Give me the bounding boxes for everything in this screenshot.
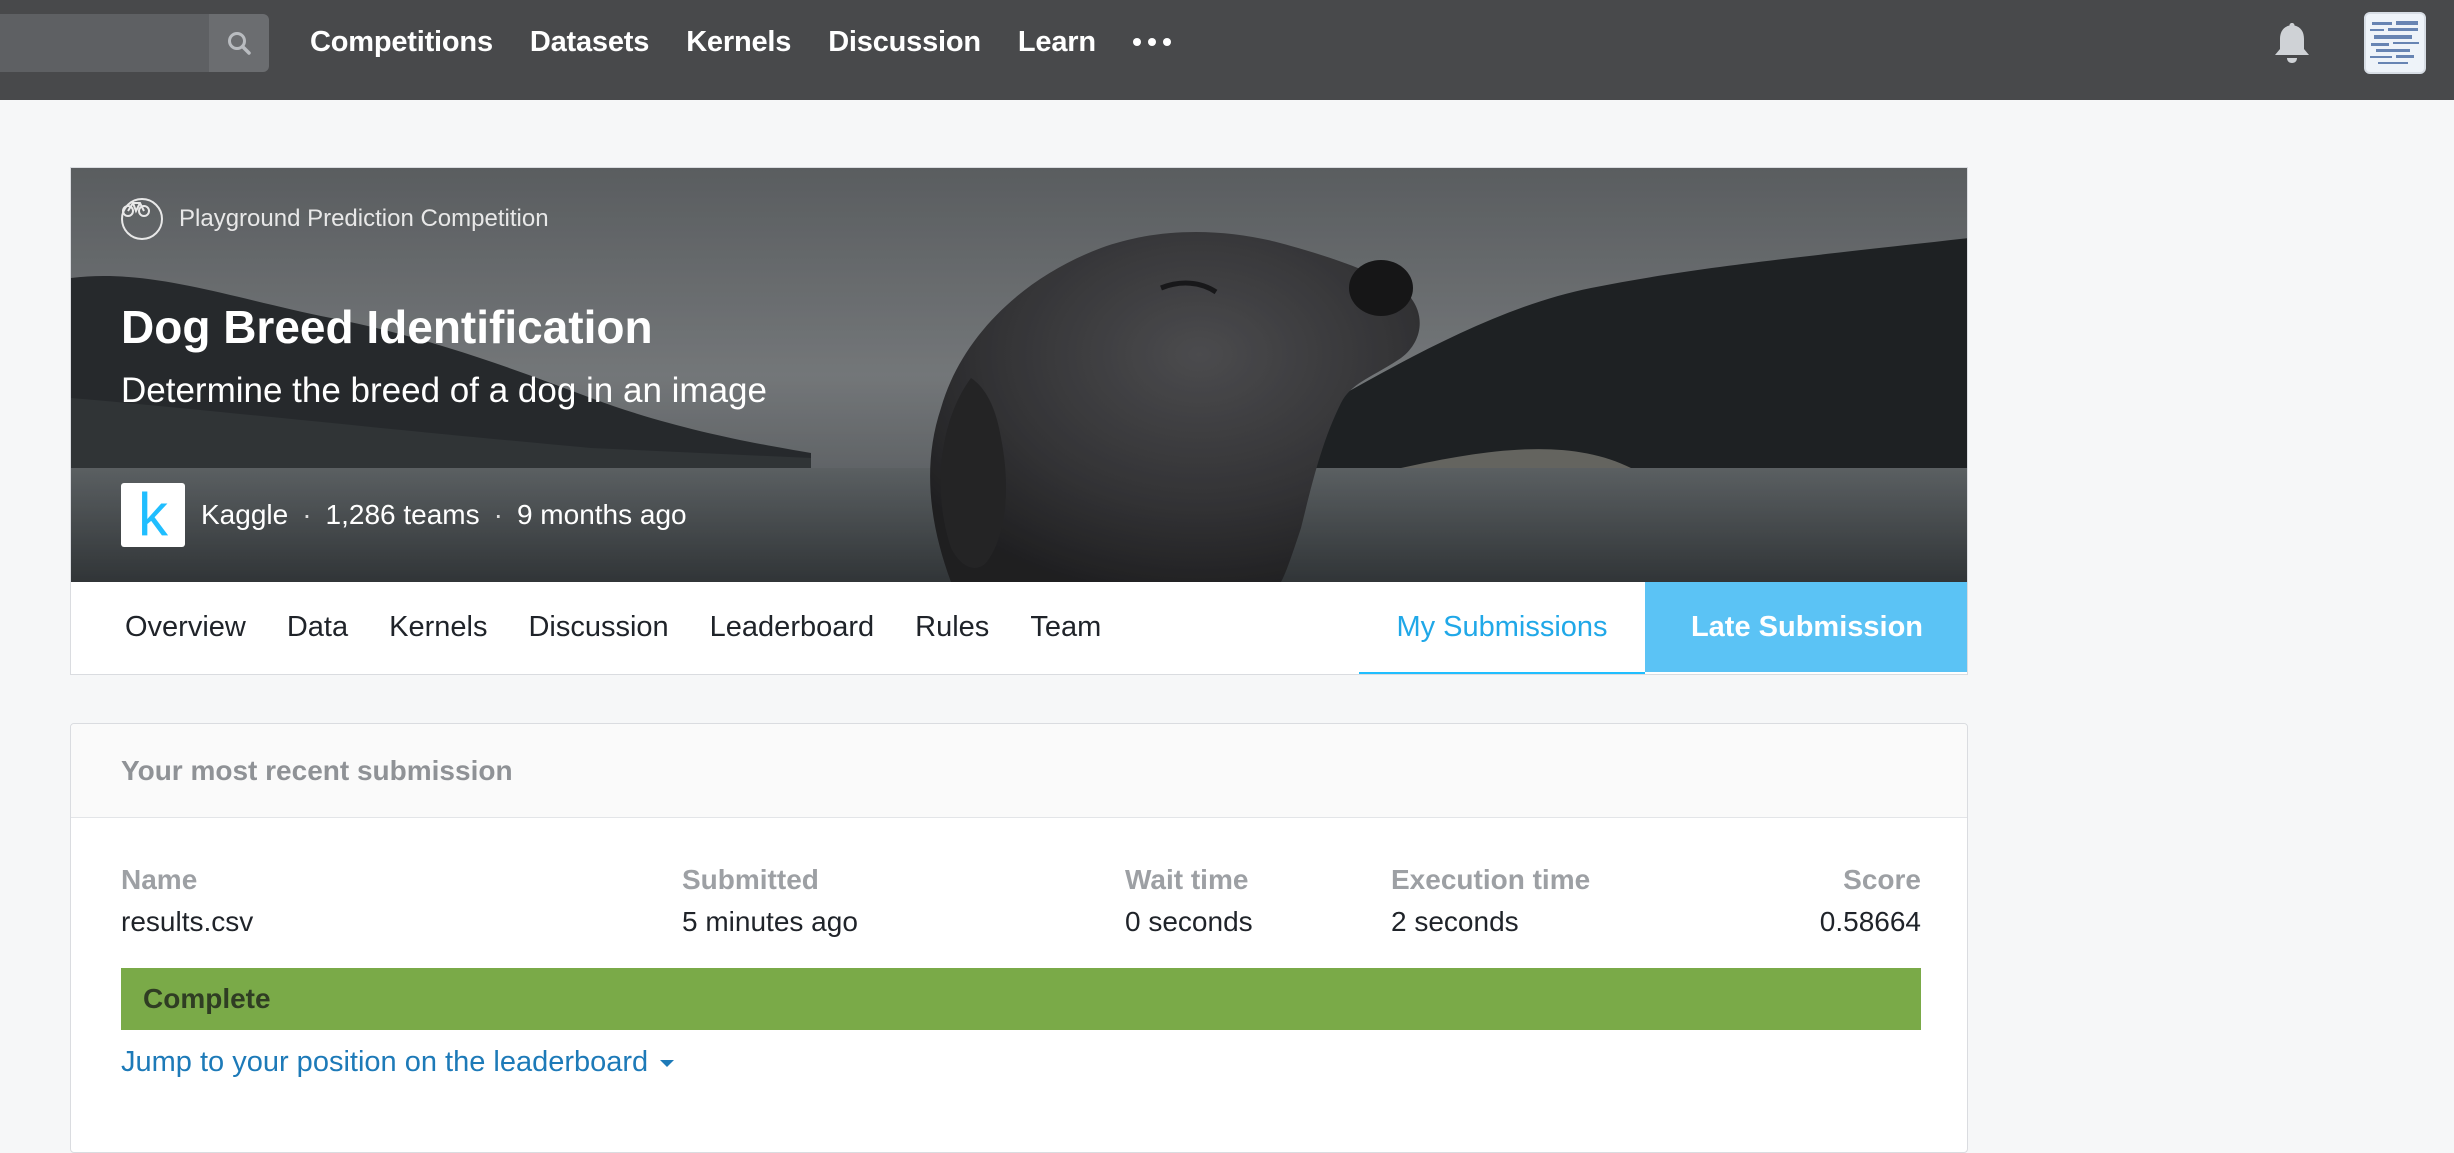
score-label: Score <box>1843 864 1921 895</box>
tab-data[interactable]: Data <box>287 611 348 644</box>
score-column: Score 0.58664 <box>1820 864 1921 938</box>
avatar-image <box>2366 14 2424 72</box>
recent-submission-card: Your most recent submission Name results… <box>70 723 1968 1153</box>
execution-time-value: 2 seconds <box>1391 906 1519 937</box>
score-value: 0.58664 <box>1819 906 1921 937</box>
team-count[interactable]: 1,286 teams <box>326 499 480 531</box>
submission-status-bar: Complete <box>121 968 1921 1030</box>
top-navigation: Competitions Datasets Kernels Discussion… <box>0 0 2454 100</box>
competition-meta: k Kaggle · 1,286 teams · 9 months ago <box>121 483 687 547</box>
tab-kernels[interactable]: Kernels <box>389 611 487 644</box>
playground-bike-icon <box>121 198 163 240</box>
search-input[interactable] <box>0 14 209 72</box>
nav-link-datasets[interactable]: Datasets <box>530 26 650 59</box>
nav-link-kernels[interactable]: Kernels <box>686 26 791 59</box>
submitted-column: Submitted 5 minutes ago <box>682 864 858 938</box>
more-menu-icon[interactable] <box>1132 0 1171 84</box>
host-name[interactable]: Kaggle <box>201 499 288 531</box>
user-avatar[interactable] <box>2364 12 2426 74</box>
nav-link-discussion[interactable]: Discussion <box>828 26 981 59</box>
separator-dot: · <box>493 499 503 530</box>
tab-rules[interactable]: Rules <box>915 611 989 644</box>
name-value: results.csv <box>121 906 254 937</box>
search-button[interactable] <box>209 14 269 72</box>
submission-name-column: Name results.csv <box>121 864 253 938</box>
competition-title: Dog Breed Identification <box>121 301 653 353</box>
nav-link-competitions[interactable]: Competitions <box>310 26 493 59</box>
tab-leaderboard[interactable]: Leaderboard <box>710 611 874 644</box>
hero-banner: Playground Prediction Competition Dog Br… <box>71 168 1967 582</box>
jump-to-leaderboard-link[interactable]: Jump to your position on the leaderboard <box>121 1046 678 1079</box>
wait-time-label: Wait time <box>1125 864 1249 895</box>
notification-bell-icon[interactable] <box>2270 20 2314 66</box>
submitted-label: Submitted <box>682 864 819 895</box>
tab-team[interactable]: Team <box>1030 611 1101 644</box>
name-label: Name <box>121 864 198 895</box>
competition-category: Playground Prediction Competition <box>121 198 549 240</box>
competition-subtitle: Determine the breed of a dog in an image <box>121 371 767 410</box>
jump-link-label: Jump to your position on the leaderboard <box>121 1046 649 1078</box>
recent-submission-heading: Your most recent submission <box>71 724 1967 818</box>
caret-down-icon <box>660 1059 675 1067</box>
tab-overview[interactable]: Overview <box>125 611 246 644</box>
kaggle-logo[interactable]: k <box>121 483 185 547</box>
search-icon <box>228 32 251 55</box>
competition-tabs: Overview Data Kernels Discussion Leaderb… <box>71 582 1967 674</box>
submitted-value: 5 minutes ago <box>682 906 858 937</box>
competition-age: 9 months ago <box>516 499 687 530</box>
status-label: Complete <box>143 983 271 1014</box>
tab-my-submissions[interactable]: My Submissions <box>1359 582 1645 674</box>
nav-link-learn[interactable]: Learn <box>1018 26 1096 59</box>
competition-header: Playground Prediction Competition Dog Br… <box>70 167 1968 675</box>
separator-dot: · <box>302 499 312 530</box>
late-submission-button[interactable]: Late Submission <box>1645 582 1967 672</box>
wait-time-value: 0 seconds <box>1125 906 1253 937</box>
competition-category-label: Playground Prediction Competition <box>179 205 549 232</box>
execution-time-column: Execution time 2 seconds <box>1391 864 1590 938</box>
main-nav-links: Competitions Datasets Kernels Discussion… <box>310 0 1171 84</box>
tab-discussion[interactable]: Discussion <box>528 611 668 644</box>
execution-time-label: Execution time <box>1391 864 1591 895</box>
wait-time-column: Wait time 0 seconds <box>1125 864 1253 938</box>
